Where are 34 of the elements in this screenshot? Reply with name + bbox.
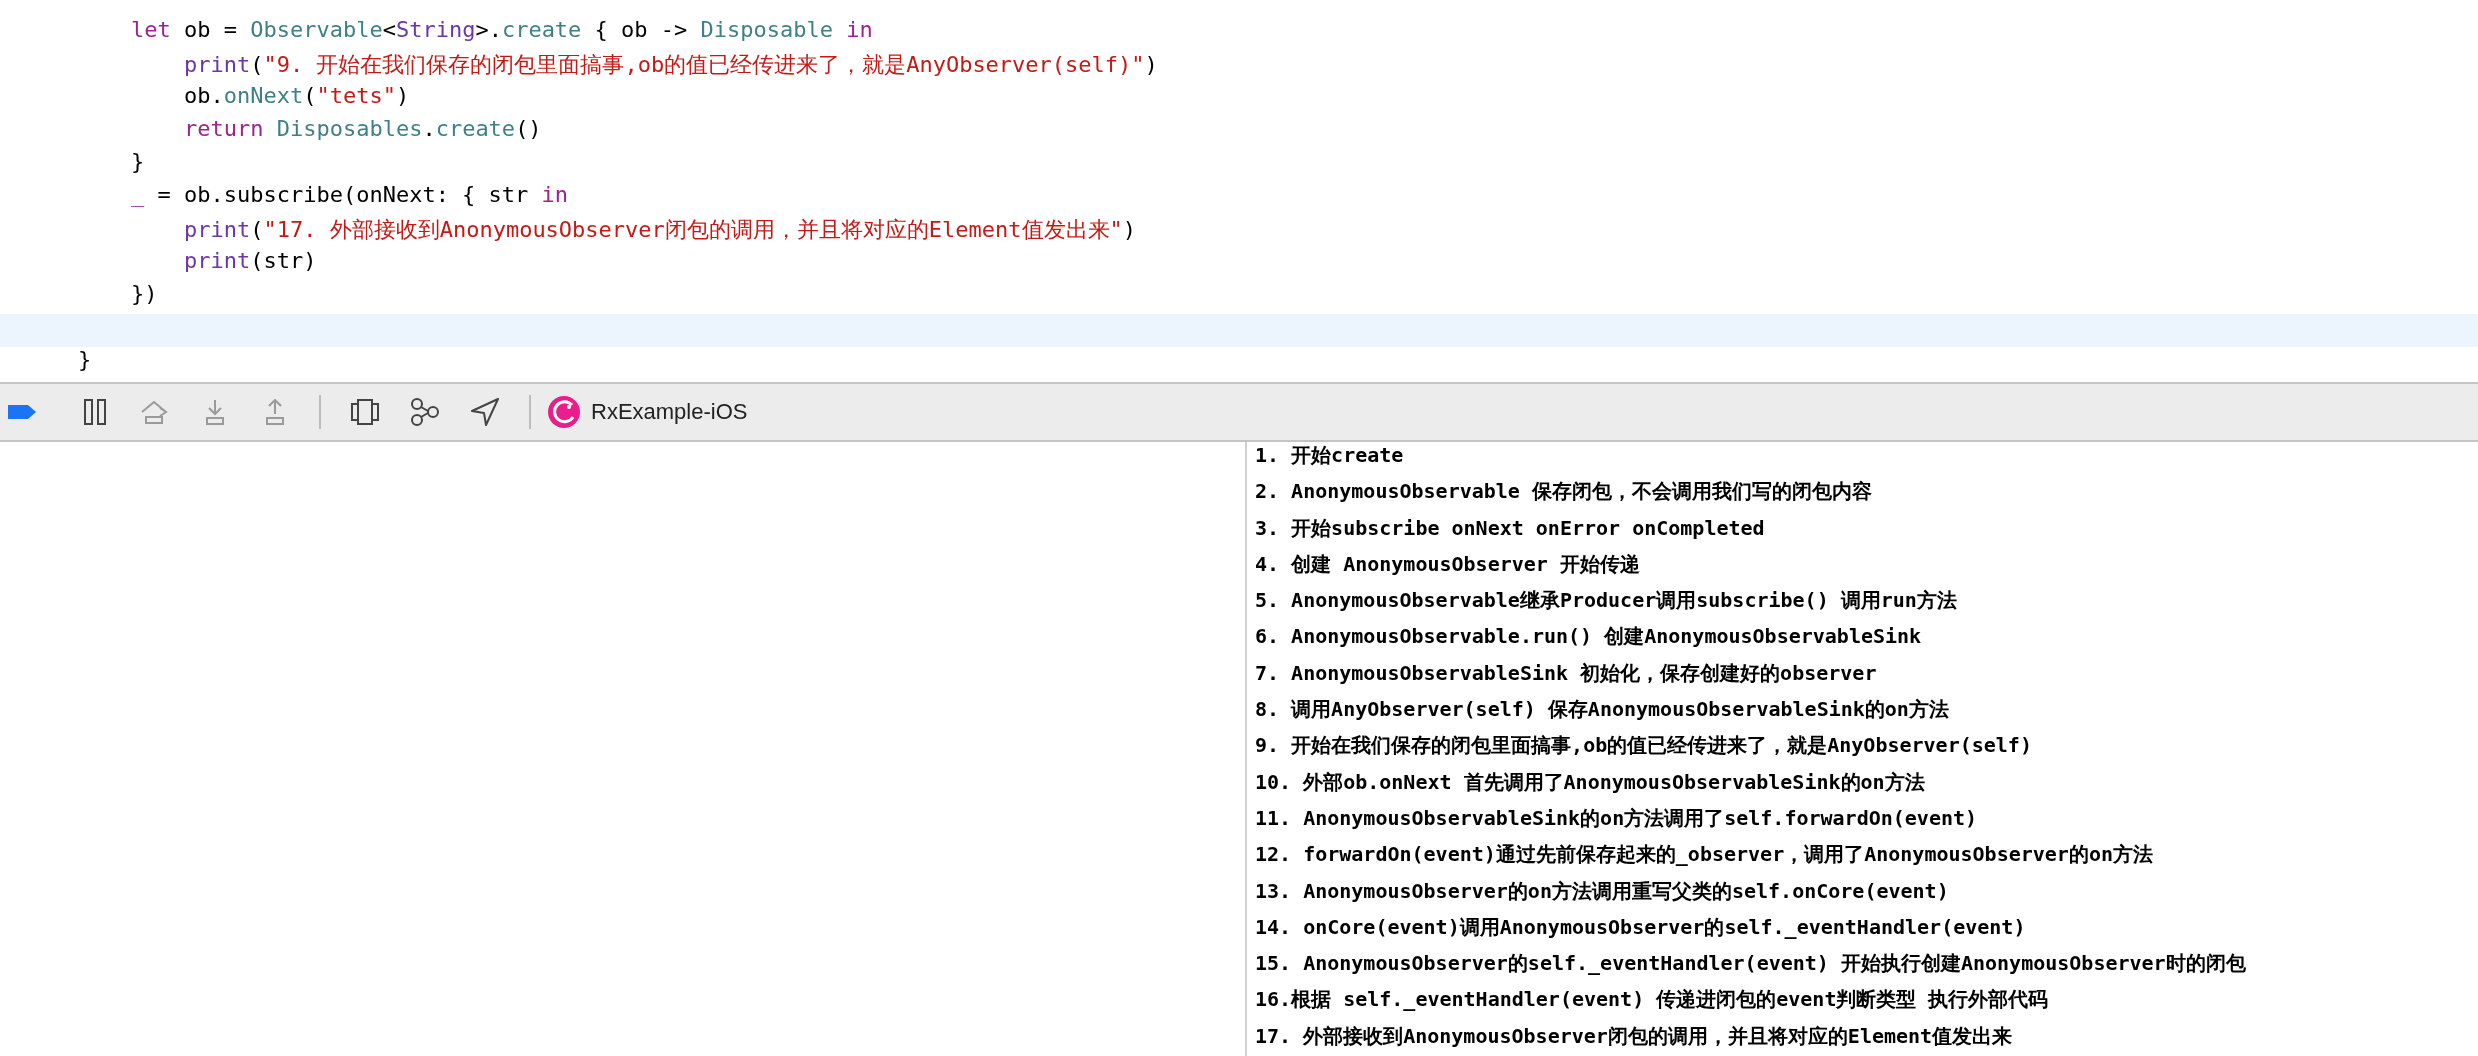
console-line: 16.根据 self._eventHandler(event) 传递进闭包的event判断类型 执行外部代码	[1255, 986, 2050, 1014]
graph-nodes-icon[interactable]	[410, 398, 440, 426]
code-line: ob.onNext("tets")	[182, 83, 411, 110]
console-line: 13. AnonymousObserver的on方法调用重写父类的self.onCore(event)	[1255, 877, 1950, 905]
console-line: 6. AnonymousObservable.run() 创建AnonymousObservableSink	[1255, 623, 1923, 651]
console-line: 9. 开始在我们保存的闭包里面搞事,ob的值已经传进来了，就是AnyObserver(self)	[1255, 732, 2033, 760]
code-line: })	[129, 281, 159, 308]
console-line: 14. onCore(event)调用AnonymousObserver的self._eventHandler(event)	[1255, 913, 2027, 941]
code-line: return Disposables.create()	[182, 116, 543, 143]
console-line: 3. 开始subscribe onNext onError onCompleted	[1255, 514, 1766, 542]
layers-icon[interactable]	[351, 399, 379, 425]
console-line: 17. 外部接收到AnonymousObserver闭包的调用，并且将对应的Element值发出来	[1255, 1022, 2014, 1050]
scheme-name[interactable]: RxExample-iOS	[591, 399, 748, 425]
console-line: 2. AnonymousObservable 保存闭包，不会调用我们写的闭包内容	[1255, 478, 1873, 506]
pause-icon[interactable]	[84, 399, 106, 425]
console-line: 12. forwardOn(event)通过先前保存起来的_observer，调用了AnonymousObserver的on方法	[1255, 841, 2154, 869]
console-line: 4. 创建 AnonymousObserver 开始传递	[1255, 550, 1641, 578]
app-icon	[547, 395, 581, 429]
console-line: 11. AnonymousObservableSink的on方法调用了self.forwardOn(event)	[1255, 804, 1979, 832]
console-line: 1. 开始create	[1255, 442, 1405, 469]
code-line: print("9. 开始在我们保存的闭包里面搞事,ob的值已经传进来了，就是AnyObserver(self)")	[182, 51, 1159, 79]
console-line: 5. AnonymousObservable继承Producer调用subscribe() 调用run方法	[1255, 587, 1958, 615]
console-line: 8. 调用AnyObserver(self) 保存AnonymousObservableSink的on方法	[1255, 696, 1950, 724]
code-line: let ob = Observable<String>.create { ob -> Disposable in	[129, 17, 874, 44]
code-line: print(str)	[182, 248, 318, 275]
code-line: }	[129, 149, 146, 176]
console-line: 10. 外部ob.onNext 首先调用了AnonymousObservableSink的on方法	[1255, 768, 1926, 796]
location-arrow-icon[interactable]	[471, 398, 499, 426]
console-line: 7. AnonymousObservableSink 初始化，保存创建好的observer	[1255, 659, 1878, 687]
code-line: print("17. 外部接收到AnonymousObserver闭包的调用，并且将对应的Element值发出来")	[182, 216, 1138, 244]
code-line: }	[77, 347, 93, 374]
breakpoint-icon[interactable]	[7, 404, 37, 420]
code-line: _ = ob.subscribe(onNext: { str in	[129, 182, 570, 209]
console-line: 15. AnonymousObserver的self._eventHandler(event) 开始执行创建AnonymousObserver时的闭包	[1255, 950, 2247, 978]
